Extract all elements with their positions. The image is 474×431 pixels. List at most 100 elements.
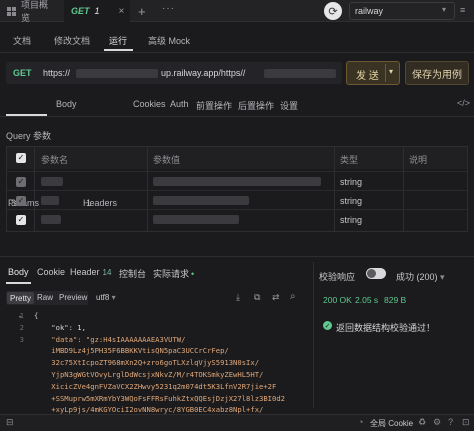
row-checkbox[interactable]: ✓: [16, 177, 26, 187]
row-checkbox[interactable]: ✓: [16, 196, 26, 206]
divider: [385, 64, 386, 82]
column-header-name: 参数名: [41, 155, 69, 165]
grid-icon: [7, 6, 16, 16]
tab-docs[interactable]: 文档: [13, 34, 31, 47]
chevron-down-icon: ▾: [442, 5, 447, 14]
tab-auth[interactable]: Auth: [170, 99, 189, 109]
chevron-down-icon[interactable]: ▾: [389, 67, 393, 76]
copy-icon[interactable]: ⧉: [254, 292, 260, 303]
tab-response-body[interactable]: Body: [8, 267, 29, 277]
recycle-icon[interactable]: ♻: [418, 417, 426, 428]
redacted-param-value: [153, 215, 239, 224]
query-params-title: Query 参数: [6, 131, 52, 141]
tab-console[interactable]: 控制台: [119, 267, 146, 280]
add-tab-icon[interactable]: +: [138, 4, 146, 19]
check-circle-icon: ✓: [323, 321, 332, 330]
help-icon[interactable]: ?: [448, 417, 453, 427]
divider: [0, 52, 474, 53]
line-number: 1: [19, 311, 24, 320]
column-header-description: 说明: [409, 155, 428, 165]
tab-run[interactable]: 运行: [109, 34, 127, 47]
url-bar[interactable]: GET https:// up.railway.app/https//: [6, 62, 342, 84]
tab-response-header[interactable]: Header 14: [70, 267, 111, 277]
active-tab-indicator: [6, 282, 31, 284]
environment-menu-icon[interactable]: ≡: [460, 5, 465, 15]
param-type[interactable]: string: [340, 177, 362, 187]
tab-advanced-mock[interactable]: 高级 Mock: [148, 34, 190, 47]
code-line: YjpN3gWGtVOvyLrglDdWcsjxNkvZ/M/r4TOKSmky…: [34, 370, 264, 379]
sync-icon[interactable]: ⟳: [324, 2, 342, 20]
view-preview[interactable]: Preview: [59, 293, 87, 302]
validate-response-label: 校验响应: [319, 272, 356, 282]
tab-pre-operations[interactable]: 前置操作: [196, 99, 232, 112]
table-row[interactable]: ✓ string: [7, 190, 467, 209]
param-type[interactable]: string: [340, 196, 362, 206]
environment-select[interactable]: railway ▾: [349, 2, 455, 20]
title-bar: 项目概览 GET 1 × + ··· ⟳ railway ▾ ≡: [0, 0, 474, 23]
tab-cookies[interactable]: Cookies: [133, 99, 166, 109]
tab-settings[interactable]: 设置: [280, 99, 298, 112]
validation-message: 返回数据结构校验通过！: [336, 323, 436, 333]
tab-body[interactable]: Body: [56, 99, 77, 109]
response-summary-panel: 校验响应 成功 (200) ▾ 200 OK 2.05 s 829 B ✓ 返回…: [313, 262, 474, 408]
query-params-table: ✓ 参数名 参数值 类型 说明 ✓ string ✓ string ✓ stri…: [6, 146, 468, 232]
encoding-label: utf8: [96, 293, 110, 302]
response-size: 829 B: [384, 295, 407, 305]
more-icon[interactable]: ···: [162, 3, 175, 14]
table-row[interactable]: ✓ string: [7, 209, 467, 228]
response-time: 2.05 s: [355, 295, 379, 305]
send-label: 发 送: [356, 71, 379, 82]
global-cookie-button[interactable]: 全局 Cookie: [370, 418, 413, 429]
validate-toggle[interactable]: [366, 268, 386, 279]
status-bar: ⊟ ◔ 全局 Cookie ♻ ⚙ ? ⊡: [0, 414, 474, 431]
table-row[interactable]: ✓ string: [7, 171, 467, 190]
url-domain: up.railway.app/https//: [161, 68, 246, 78]
sidebar-toggle-icon[interactable]: ⊟: [6, 417, 14, 428]
param-type[interactable]: string: [340, 215, 362, 225]
url-prefix: https://: [43, 68, 71, 78]
tab-get-request[interactable]: GET 1 ×: [64, 0, 130, 22]
select-all-checkbox[interactable]: ✓: [16, 153, 26, 163]
code-line: XicicZVe4gnFVZaVCX2ZHwvy5231q2m074dt5K3L…: [34, 381, 277, 391]
tab-post-operations[interactable]: 后置操作: [238, 99, 274, 112]
tab-number: 1: [94, 6, 100, 16]
column-header-value: 参数值: [153, 155, 181, 165]
panel-divider[interactable]: [0, 256, 474, 257]
view-raw[interactable]: Raw: [37, 293, 53, 302]
send-button[interactable]: 发 送 ▾: [346, 61, 400, 85]
view-pretty[interactable]: Pretty: [7, 292, 34, 304]
settings-icon[interactable]: ⚙: [433, 417, 441, 428]
divider: [0, 116, 474, 117]
line-number: 3: [19, 334, 24, 344]
code-icon[interactable]: </>: [457, 98, 470, 108]
row-checkbox[interactable]: ✓: [16, 215, 26, 225]
tab-method: GET: [71, 6, 90, 16]
tab-project-overview[interactable]: 项目概览: [0, 0, 58, 23]
tab-response-cookie[interactable]: Cookie: [37, 267, 65, 277]
tab-edit-docs[interactable]: 修改文档: [54, 34, 90, 47]
save-as-case-button[interactable]: 保存为用例: [405, 61, 469, 85]
tab-actual-request[interactable]: 实际请求 •: [153, 267, 194, 280]
view-mode-switch: Pretty Raw Preview: [6, 291, 88, 305]
wrap-icon[interactable]: ⇄: [272, 292, 280, 303]
code-line: iMBD9Lz4j5PH35F6BBKKVtisQN5paC3UCCrCrFep…: [34, 346, 229, 356]
method-label[interactable]: GET: [13, 68, 32, 78]
code-line: {: [34, 311, 39, 320]
dot-icon: •: [191, 269, 195, 279]
tab-label: 项目概览: [21, 0, 49, 23]
active-tab-indicator: [104, 49, 133, 51]
download-icon[interactable]: ⤓: [236, 292, 240, 303]
window-layout-icon[interactable]: ⊡: [462, 417, 470, 428]
validation-target[interactable]: 成功 (200) ▾: [396, 270, 445, 283]
encoding-select[interactable]: utf8 ▾: [96, 293, 116, 302]
response-body-code[interactable]: ▾ 1 { 2 "ok": 1, 3 "data": "gz:H4sIAAAAA…: [0, 310, 310, 414]
code-line: "ok": 1,: [34, 322, 86, 332]
redacted-param-value: [153, 177, 321, 186]
search-icon[interactable]: ⌕: [290, 291, 296, 302]
redacted-url-segment: [76, 69, 158, 78]
table-header-row: ✓ 参数名 参数值 类型 说明: [7, 147, 467, 169]
redacted-param-name: [41, 196, 59, 205]
close-icon[interactable]: ×: [119, 6, 125, 17]
cookie-icon: ◔: [358, 417, 364, 427]
status-code: 200 OK: [323, 295, 352, 305]
